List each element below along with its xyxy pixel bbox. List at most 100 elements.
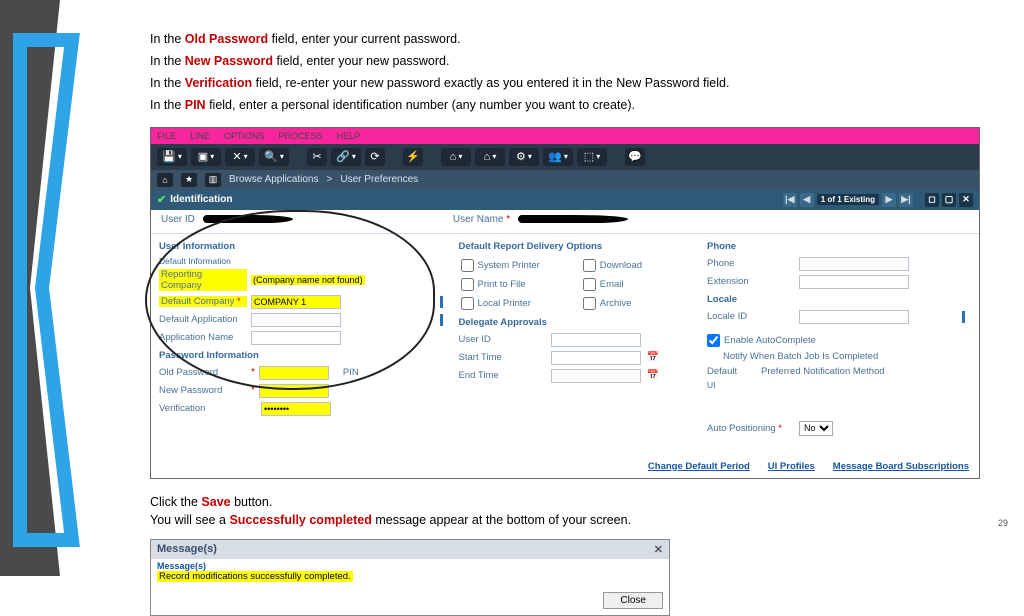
- menu-file[interactable]: FILE: [157, 131, 176, 141]
- menu-options[interactable]: OPTIONS: [224, 131, 265, 141]
- print-to-file-cb[interactable]: [461, 278, 474, 291]
- close-icon[interactable]: ✕: [959, 193, 973, 207]
- autopos-label: Auto Positioning *: [707, 423, 795, 434]
- system-printer-cb[interactable]: [461, 259, 474, 272]
- toolbar: 💾 ▣ ✕ 🔍 ✂ 🔗 ⟳ ⚡ ⌂ ⌂ ⚙ 👥 ⬚ 💬: [151, 144, 979, 170]
- system-printer-label: System Printer: [478, 260, 540, 271]
- calendar-icon[interactable]: 📅: [647, 370, 659, 381]
- delivery-title: Default Report Delivery Options: [457, 238, 699, 255]
- link-msg-board[interactable]: Message Board Subscriptions: [833, 461, 969, 472]
- last-icon[interactable]: ▶|: [899, 193, 913, 207]
- reporting-company-label: Reporting Company: [159, 269, 247, 291]
- pin-value-redacted: [371, 368, 399, 378]
- lookup-icon[interactable]: [440, 296, 443, 308]
- form-area: User Information Default Information Rep…: [151, 234, 979, 478]
- identification-row: User ID User Name *: [151, 210, 979, 234]
- first-icon[interactable]: |◀: [783, 193, 797, 207]
- print-to-file-label: Print to File: [478, 279, 526, 290]
- close-icon[interactable]: ✕: [654, 543, 663, 556]
- instruction-save: Click the Save button.: [150, 493, 990, 511]
- menu-line[interactable]: LINE: [190, 131, 210, 141]
- toolbar-btn[interactable]: ⚙: [509, 148, 539, 166]
- toolbar-btn[interactable]: ⟳: [365, 148, 385, 166]
- save-button[interactable]: 💾: [157, 148, 187, 166]
- prev-icon[interactable]: ◀: [800, 193, 814, 207]
- delegate-userid-input[interactable]: [551, 333, 641, 347]
- check-icon: ✔: [157, 193, 166, 206]
- panel-icon[interactable]: ▥: [205, 173, 221, 187]
- menu-help[interactable]: HELP: [337, 131, 361, 141]
- toolbar-btn[interactable]: ⚡: [403, 148, 423, 166]
- window-btn[interactable]: ◻: [925, 193, 939, 207]
- toolbar-btn[interactable]: ✕: [225, 148, 255, 166]
- default-company-input[interactable]: [251, 295, 341, 309]
- phone-label: Phone: [707, 258, 795, 269]
- identification-title: Identification: [170, 194, 232, 205]
- old-password-input[interactable]: [259, 366, 329, 380]
- message-box: Message(s) ✕ Message(s) Record modificat…: [150, 539, 670, 616]
- verification-input[interactable]: [261, 402, 331, 416]
- reporting-company-value: (Company name not found): [251, 275, 365, 285]
- toolbar-btn[interactable]: 🔍: [259, 148, 289, 166]
- pin-label: PIN: [343, 367, 367, 378]
- archive-label: Archive: [600, 298, 632, 309]
- archive-cb[interactable]: [583, 297, 596, 310]
- verification-label: Verification: [159, 403, 247, 414]
- default-application-label: Default Application: [159, 314, 247, 325]
- autocomplete-cb[interactable]: [707, 334, 720, 347]
- notify-label: Notify When Batch Job Is Completed: [723, 351, 878, 362]
- instruction-success: You will see a Successfully completed me…: [150, 511, 990, 529]
- instruction-1: In the Old Password field, enter your cu…: [150, 30, 990, 48]
- delegate-userid-label: User ID: [459, 334, 547, 345]
- msg-close-button[interactable]: Close: [603, 592, 663, 609]
- download-cb[interactable]: [583, 259, 596, 272]
- start-time-input[interactable]: [551, 351, 641, 365]
- toolbar-btn[interactable]: ⌂: [475, 148, 505, 166]
- download-label: Download: [600, 260, 642, 271]
- calendar-icon[interactable]: 📅: [647, 352, 659, 363]
- end-time-input[interactable]: [551, 369, 641, 383]
- autopos-select[interactable]: No: [799, 421, 833, 436]
- email-label: Email: [600, 279, 624, 290]
- toolbar-btn[interactable]: ▣: [191, 148, 221, 166]
- toolbar-btn[interactable]: 🔗: [331, 148, 361, 166]
- ui-label: UI: [705, 379, 973, 391]
- lookup-icon[interactable]: [962, 311, 965, 323]
- phone-input[interactable]: [799, 257, 909, 271]
- toolbar-btn[interactable]: ⬚: [577, 148, 607, 166]
- username-label: User Name *: [453, 214, 510, 225]
- next-icon[interactable]: ▶: [882, 193, 896, 207]
- window-btn[interactable]: ▢: [942, 193, 956, 207]
- home-icon[interactable]: ⌂: [157, 173, 173, 187]
- toolbar-btn[interactable]: 💬: [625, 148, 645, 166]
- default-application-input[interactable]: [251, 313, 341, 327]
- new-password-input[interactable]: [259, 384, 329, 398]
- localeid-input[interactable]: [799, 310, 909, 324]
- toolbar-btn[interactable]: 👥: [543, 148, 573, 166]
- instruction-3: In the Verification field, re-enter your…: [150, 74, 990, 92]
- link-change-period[interactable]: Change Default Period: [648, 461, 750, 472]
- email-cb[interactable]: [583, 278, 596, 291]
- ext-input[interactable]: [799, 275, 909, 289]
- end-time-label: End Time: [459, 370, 547, 381]
- msg-title: Message(s): [157, 543, 217, 556]
- localeid-label: Locale ID: [707, 311, 795, 322]
- breadcrumb-a[interactable]: Browse Applications: [229, 174, 319, 185]
- userinfo-title: User Information: [157, 238, 451, 255]
- delegate-title: Delegate Approvals: [457, 314, 699, 331]
- new-password-label: New Password: [159, 385, 247, 396]
- menu-process[interactable]: PROCESS: [279, 131, 323, 141]
- locale-title: Locale: [705, 291, 973, 308]
- default-company-label: Default Company *: [159, 296, 247, 307]
- local-printer-cb[interactable]: [461, 297, 474, 310]
- breadcrumb-b[interactable]: User Preferences: [340, 174, 418, 185]
- msg-text: Record modifications successfully comple…: [157, 571, 353, 582]
- toolbar-btn[interactable]: ✂: [307, 148, 327, 166]
- link-ui-profiles[interactable]: UI Profiles: [768, 461, 815, 472]
- application-name-input[interactable]: [251, 331, 341, 345]
- toolbar-btn[interactable]: ⌂: [441, 148, 471, 166]
- slide-decoration: [0, 0, 100, 576]
- star-icon[interactable]: ★: [181, 173, 197, 187]
- lookup-icon[interactable]: [440, 314, 443, 326]
- local-printer-label: Local Printer: [478, 298, 531, 309]
